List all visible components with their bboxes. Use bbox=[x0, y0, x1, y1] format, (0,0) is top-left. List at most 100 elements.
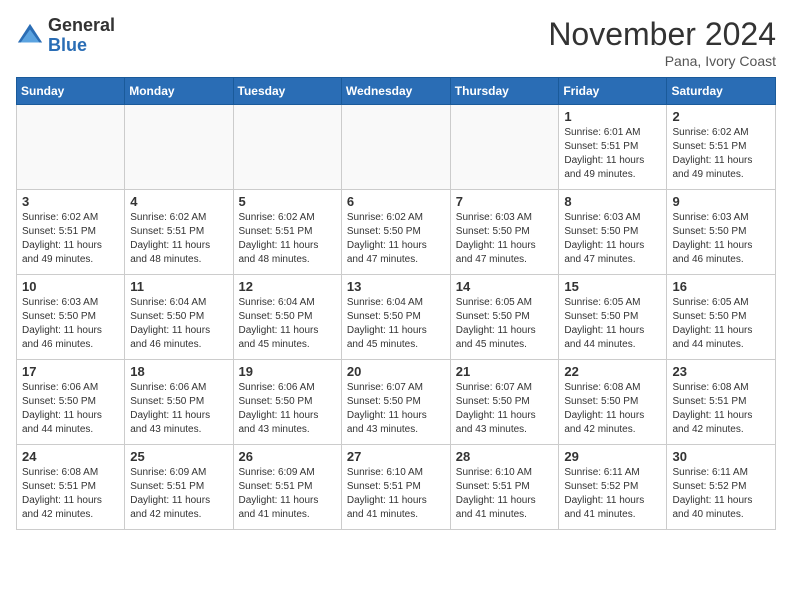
calendar-cell: 25 Sunrise: 6:09 AM Sunset: 5:51 PM Dayli… bbox=[125, 445, 233, 530]
day-number: 3 bbox=[22, 194, 119, 209]
logo: General Blue bbox=[16, 16, 115, 56]
day-info: Sunrise: 6:08 AM Sunset: 5:50 PM Dayligh… bbox=[564, 381, 661, 437]
week-row-5: 24Sunrise: 6:08 AM Sunset: 5:51 PM Dayli… bbox=[17, 445, 776, 530]
column-header-saturday: Saturday bbox=[667, 78, 776, 105]
day-info: Sunrise: 6:10 AM Sunset: 5:51 PM Dayligh… bbox=[456, 466, 554, 522]
day-number: 17 bbox=[22, 364, 119, 379]
day-info: Sunrise: 6:06 AM Sunset: 5:50 PM Dayligh… bbox=[130, 381, 227, 437]
day-info: Sunrise: 6:11 AM Sunset: 5:52 PM Dayligh… bbox=[564, 466, 661, 522]
day-number: 15 bbox=[564, 279, 661, 294]
day-number: 4 bbox=[130, 194, 227, 209]
column-header-friday: Friday bbox=[559, 78, 667, 105]
day-number: 23 bbox=[672, 364, 770, 379]
calendar-cell: 30 Sunrise: 6:11 AM Sunset: 5:52 PM Dayli… bbox=[667, 445, 776, 530]
calendar-cell: 13 Sunrise: 6:04 AM Sunset: 5:50 PM Dayli… bbox=[341, 275, 450, 360]
column-header-tuesday: Tuesday bbox=[233, 78, 341, 105]
day-info: Sunrise: 6:04 AM Sunset: 5:50 PM Dayligh… bbox=[347, 296, 445, 352]
calendar-cell: 2 Sunrise: 6:02 AM Sunset: 5:51 PM Daylig… bbox=[667, 105, 776, 190]
day-info: Sunrise: 6:02 AM Sunset: 5:51 PM Dayligh… bbox=[130, 211, 227, 267]
calendar-cell: 5Sunrise: 6:02 AM Sunset: 5:51 PM Daylig… bbox=[233, 190, 341, 275]
week-row-4: 17 Sunrise: 6:06 AM Sunset: 5:50 PM Dayli… bbox=[17, 360, 776, 445]
calendar-cell: 28 Sunrise: 6:10 AM Sunset: 5:51 PM Dayli… bbox=[450, 445, 559, 530]
calendar-cell: 19 Sunrise: 6:06 AM Sunset: 5:50 PM Dayli… bbox=[233, 360, 341, 445]
day-info: Sunrise: 6:03 AM Sunset: 5:50 PM Dayligh… bbox=[456, 211, 554, 267]
day-info: Sunrise: 6:09 AM Sunset: 5:51 PM Dayligh… bbox=[130, 466, 227, 522]
calendar-cell bbox=[17, 105, 125, 190]
calendar-header-row: SundayMondayTuesdayWednesdayThursdayFrid… bbox=[17, 78, 776, 105]
logo-general-text: General bbox=[48, 16, 115, 36]
day-number: 27 bbox=[347, 449, 445, 464]
day-number: 1 bbox=[564, 109, 661, 124]
page-header: General Blue November 2024 Pana, Ivory C… bbox=[16, 16, 776, 69]
calendar-cell bbox=[450, 105, 559, 190]
day-number: 30 bbox=[672, 449, 770, 464]
day-info: Sunrise: 6:11 AM Sunset: 5:52 PM Dayligh… bbox=[672, 466, 770, 522]
day-info: Sunrise: 6:04 AM Sunset: 5:50 PM Dayligh… bbox=[239, 296, 336, 352]
calendar-cell bbox=[125, 105, 233, 190]
calendar-cell: 9 Sunrise: 6:03 AM Sunset: 5:50 PM Daylig… bbox=[667, 190, 776, 275]
day-number: 19 bbox=[239, 364, 336, 379]
day-number: 9 bbox=[672, 194, 770, 209]
day-number: 22 bbox=[564, 364, 661, 379]
calendar-cell: 11 Sunrise: 6:04 AM Sunset: 5:50 PM Dayli… bbox=[125, 275, 233, 360]
month-title: November 2024 bbox=[548, 16, 776, 53]
day-info: Sunrise: 6:07 AM Sunset: 5:50 PM Dayligh… bbox=[456, 381, 554, 437]
day-number: 7 bbox=[456, 194, 554, 209]
day-number: 2 bbox=[672, 109, 770, 124]
title-section: November 2024 Pana, Ivory Coast bbox=[548, 16, 776, 69]
day-info: Sunrise: 6:03 AM Sunset: 5:50 PM Dayligh… bbox=[672, 211, 770, 267]
day-number: 11 bbox=[130, 279, 227, 294]
day-info: Sunrise: 6:09 AM Sunset: 5:51 PM Dayligh… bbox=[239, 466, 336, 522]
calendar-cell: 7 Sunrise: 6:03 AM Sunset: 5:50 PM Daylig… bbox=[450, 190, 559, 275]
calendar-cell: 18 Sunrise: 6:06 AM Sunset: 5:50 PM Dayli… bbox=[125, 360, 233, 445]
calendar-cell bbox=[233, 105, 341, 190]
day-number: 6 bbox=[347, 194, 445, 209]
calendar-cell: 1 Sunrise: 6:01 AM Sunset: 5:51 PM Daylig… bbox=[559, 105, 667, 190]
day-info: Sunrise: 6:03 AM Sunset: 5:50 PM Dayligh… bbox=[564, 211, 661, 267]
day-info: Sunrise: 6:04 AM Sunset: 5:50 PM Dayligh… bbox=[130, 296, 227, 352]
calendar-cell: 26Sunrise: 6:09 AM Sunset: 5:51 PM Dayli… bbox=[233, 445, 341, 530]
day-info: Sunrise: 6:06 AM Sunset: 5:50 PM Dayligh… bbox=[239, 381, 336, 437]
logo-blue-text: Blue bbox=[48, 36, 115, 56]
day-number: 12 bbox=[239, 279, 336, 294]
week-row-3: 10 Sunrise: 6:03 AM Sunset: 5:50 PM Dayli… bbox=[17, 275, 776, 360]
day-info: Sunrise: 6:03 AM Sunset: 5:50 PM Dayligh… bbox=[22, 296, 119, 352]
calendar-cell: 12 Sunrise: 6:04 AM Sunset: 5:50 PM Dayli… bbox=[233, 275, 341, 360]
day-number: 8 bbox=[564, 194, 661, 209]
calendar-cell bbox=[341, 105, 450, 190]
day-number: 28 bbox=[456, 449, 554, 464]
day-number: 10 bbox=[22, 279, 119, 294]
calendar-table: SundayMondayTuesdayWednesdayThursdayFrid… bbox=[16, 77, 776, 530]
day-info: Sunrise: 6:07 AM Sunset: 5:50 PM Dayligh… bbox=[347, 381, 445, 437]
day-info: Sunrise: 6:02 AM Sunset: 5:51 PM Dayligh… bbox=[239, 211, 336, 267]
calendar-cell: 29 Sunrise: 6:11 AM Sunset: 5:52 PM Dayli… bbox=[559, 445, 667, 530]
column-header-sunday: Sunday bbox=[17, 78, 125, 105]
column-header-thursday: Thursday bbox=[450, 78, 559, 105]
calendar-cell: 10 Sunrise: 6:03 AM Sunset: 5:50 PM Dayli… bbox=[17, 275, 125, 360]
calendar-cell: 23Sunrise: 6:08 AM Sunset: 5:51 PM Dayli… bbox=[667, 360, 776, 445]
day-number: 18 bbox=[130, 364, 227, 379]
calendar-cell: 16Sunrise: 6:05 AM Sunset: 5:50 PM Dayli… bbox=[667, 275, 776, 360]
day-number: 13 bbox=[347, 279, 445, 294]
day-info: Sunrise: 6:06 AM Sunset: 5:50 PM Dayligh… bbox=[22, 381, 119, 437]
calendar-cell: 22 Sunrise: 6:08 AM Sunset: 5:50 PM Dayli… bbox=[559, 360, 667, 445]
logo-icon bbox=[16, 22, 44, 50]
calendar-cell: 14Sunrise: 6:05 AM Sunset: 5:50 PM Dayli… bbox=[450, 275, 559, 360]
calendar-cell: 3Sunrise: 6:02 AM Sunset: 5:51 PM Daylig… bbox=[17, 190, 125, 275]
calendar-cell: 6Sunrise: 6:02 AM Sunset: 5:50 PM Daylig… bbox=[341, 190, 450, 275]
calendar-cell: 21 Sunrise: 6:07 AM Sunset: 5:50 PM Dayli… bbox=[450, 360, 559, 445]
day-number: 20 bbox=[347, 364, 445, 379]
day-number: 21 bbox=[456, 364, 554, 379]
day-number: 29 bbox=[564, 449, 661, 464]
week-row-1: 1 Sunrise: 6:01 AM Sunset: 5:51 PM Daylig… bbox=[17, 105, 776, 190]
day-info: Sunrise: 6:05 AM Sunset: 5:50 PM Dayligh… bbox=[456, 296, 554, 352]
day-number: 24 bbox=[22, 449, 119, 464]
day-info: Sunrise: 6:02 AM Sunset: 5:51 PM Dayligh… bbox=[672, 126, 770, 182]
calendar-cell: 24Sunrise: 6:08 AM Sunset: 5:51 PM Dayli… bbox=[17, 445, 125, 530]
day-info: Sunrise: 6:10 AM Sunset: 5:51 PM Dayligh… bbox=[347, 466, 445, 522]
day-number: 25 bbox=[130, 449, 227, 464]
column-header-wednesday: Wednesday bbox=[341, 78, 450, 105]
day-info: Sunrise: 6:01 AM Sunset: 5:51 PM Dayligh… bbox=[564, 126, 661, 182]
day-info: Sunrise: 6:05 AM Sunset: 5:50 PM Dayligh… bbox=[672, 296, 770, 352]
week-row-2: 3 Sunrise: 6:02 AM Sunset: 5:51 PM Daylig… bbox=[17, 190, 776, 275]
